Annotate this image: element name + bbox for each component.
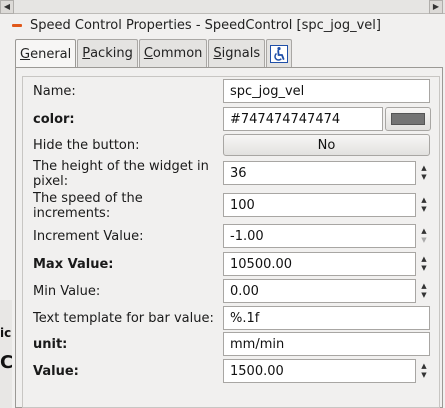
tab-mnemonic: P	[82, 46, 91, 61]
color-label: color:	[33, 112, 75, 127]
tab-accessibility[interactable]	[266, 39, 293, 67]
hide-button-toggle[interactable]: No	[223, 134, 430, 156]
spin-up-icon[interactable]: ▲	[421, 164, 426, 173]
spin-down-icon[interactable]: ▼	[421, 371, 426, 380]
tab-mnemonic: C	[143, 46, 153, 61]
min-value-value: 0.00	[230, 283, 259, 299]
background-text-fragment: ic	[0, 326, 12, 340]
increment-row: Increment Value: -1.00 ▲ ▼	[33, 223, 433, 249]
max-value-spinner[interactable]: ▲ ▼	[417, 252, 431, 276]
unit-label: unit:	[33, 337, 68, 352]
background-text-fragment: C	[0, 352, 12, 373]
max-value-row: Max Value: 10500.00 ▲ ▼	[33, 251, 433, 277]
min-value-row: Min Value: 0.00 ▲ ▼	[33, 278, 433, 304]
hide-button-label: Hide the button:	[33, 138, 140, 153]
tab-label: acking	[90, 46, 133, 61]
speed-spinner[interactable]: ▲ ▼	[417, 193, 431, 217]
increment-field[interactable]: -1.00	[223, 224, 416, 248]
template-field[interactable]: %.1f	[223, 306, 430, 330]
tab-common[interactable]: Common	[138, 39, 208, 67]
speed-field[interactable]: 100	[223, 193, 416, 217]
template-value: %.1f	[230, 310, 260, 326]
height-label-line1: The height of the widget in	[33, 159, 209, 174]
max-value-value: 10500.00	[230, 256, 293, 272]
speed-value: 100	[230, 197, 255, 213]
height-field[interactable]: 36	[223, 161, 416, 185]
speed-label-line2: increments:	[33, 206, 111, 221]
value-row: Value: 1500.00 ▲ ▼	[33, 358, 433, 384]
tab-signals[interactable]: Signals	[208, 39, 266, 67]
spin-up-icon[interactable]: ▲	[421, 362, 426, 371]
hide-button-value: No	[317, 137, 336, 153]
tab-label: eneral	[30, 46, 72, 62]
color-field[interactable]: #747474747474	[223, 107, 383, 131]
name-row: Name: spc_jog_vel	[33, 78, 433, 104]
spin-down-icon[interactable]: ▼	[421, 264, 426, 273]
name-field[interactable]: spc_jog_vel	[223, 79, 430, 103]
unit-field[interactable]: mm/min	[223, 332, 430, 356]
increment-label: Increment Value:	[33, 229, 144, 244]
height-label-line2: pixel:	[33, 174, 69, 189]
spin-up-icon[interactable]: ▲	[421, 255, 426, 264]
name-label: Name:	[33, 84, 76, 99]
tab-mnemonic: S	[213, 46, 222, 61]
color-swatch	[391, 113, 425, 125]
min-value-spinner[interactable]: ▲ ▼	[417, 279, 431, 303]
background-window-fragment: ic C	[0, 300, 12, 408]
height-spinner[interactable]: ▲ ▼	[417, 161, 431, 185]
unit-value: mm/min	[230, 336, 285, 352]
unit-row: unit: mm/min	[33, 331, 433, 357]
speed-row: The speed of the increments: 100 ▲ ▼	[33, 191, 433, 221]
min-value-field[interactable]: 0.00	[223, 279, 416, 303]
window-menu-icon[interactable]	[12, 23, 22, 27]
value-spinner[interactable]: ▲ ▼	[417, 359, 431, 383]
increment-value: -1.00	[230, 228, 264, 244]
template-row: Text template for bar value: %.1f	[33, 305, 433, 331]
max-value-label: Max Value:	[33, 257, 114, 272]
hide-button-row: Hide the button: No	[33, 134, 433, 158]
tab-packing[interactable]: Packing	[77, 39, 138, 67]
horizontal-scrollbar[interactable]: ◀ ▶	[0, 0, 445, 14]
spin-up-icon[interactable]: ▲	[421, 227, 426, 236]
speed-label-line1: The speed of the	[33, 191, 143, 206]
height-row: The height of the widget in pixel: 36 ▲ ▼	[33, 159, 433, 189]
window-title-bar: Speed Control Properties - SpeedControl …	[12, 14, 445, 36]
spin-down-icon[interactable]: ▼	[421, 236, 426, 245]
tab-label: ommon	[152, 46, 203, 61]
min-value-label: Min Value:	[33, 284, 101, 299]
color-row: color: #747474747474	[33, 106, 433, 132]
value-label: Value:	[33, 364, 79, 379]
template-label: Text template for bar value:	[33, 311, 214, 326]
spin-up-icon[interactable]: ▲	[421, 282, 426, 291]
spin-down-icon[interactable]: ▼	[421, 291, 426, 300]
properties-tabs: General Packing Common Signals	[15, 39, 293, 68]
value-field[interactable]: 1500.00	[223, 359, 416, 383]
spin-down-icon[interactable]: ▼	[421, 173, 426, 182]
color-picker-button[interactable]	[385, 107, 431, 131]
arrow-right-icon[interactable]: ▶	[429, 0, 443, 14]
arrow-left-icon[interactable]: ◀	[0, 0, 14, 14]
tab-general[interactable]: General	[15, 39, 77, 68]
spin-down-icon[interactable]: ▼	[421, 205, 426, 214]
accessibility-icon	[270, 44, 289, 63]
height-value: 36	[230, 165, 247, 181]
max-value-field[interactable]: 10500.00	[223, 252, 416, 276]
value-value: 1500.00	[230, 363, 284, 379]
tab-label: ignals	[221, 46, 261, 61]
color-value: #747474747474	[230, 111, 341, 127]
tab-mnemonic: G	[20, 46, 31, 62]
spin-up-icon[interactable]: ▲	[421, 196, 426, 205]
increment-spinner[interactable]: ▲ ▼	[417, 224, 431, 248]
window-title: Speed Control Properties - SpeedControl …	[30, 17, 381, 33]
name-value: spc_jog_vel	[230, 83, 305, 99]
